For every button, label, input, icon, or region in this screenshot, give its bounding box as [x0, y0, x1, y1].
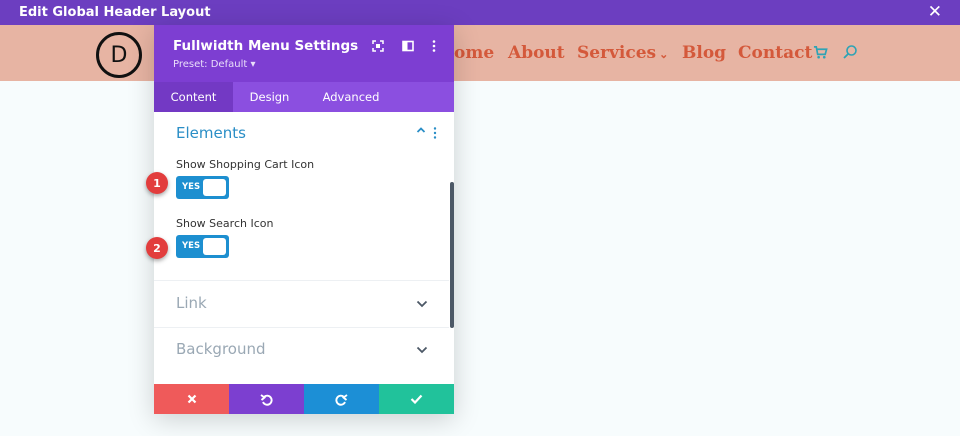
toggle-knob	[203, 238, 226, 255]
nav-item-services[interactable]: Services ⌄	[577, 43, 668, 63]
fullscreen-icon[interactable]	[371, 39, 385, 53]
toggle-state: YES	[182, 182, 201, 192]
module-settings-panel: Fullwidth Menu Settings Preset: Default …	[154, 25, 454, 414]
discard-button[interactable]	[154, 384, 229, 414]
save-button[interactable]	[379, 384, 454, 414]
preset-selector[interactable]: Preset: Default ▾	[173, 59, 255, 70]
tab-content[interactable]: Content	[154, 82, 233, 112]
nav-item-services-label: Services	[577, 43, 657, 63]
panel-header[interactable]: Fullwidth Menu Settings Preset: Default …	[154, 25, 454, 82]
redo-button[interactable]	[304, 384, 379, 414]
section-more-icon[interactable]	[433, 127, 437, 139]
toggle-shopping-cart-icon[interactable]: YES	[176, 176, 229, 199]
toggle-state: YES	[182, 241, 201, 251]
undo-button[interactable]	[229, 384, 304, 414]
section-title-elements[interactable]: Elements	[176, 124, 246, 142]
section-title-background[interactable]: Background	[176, 340, 266, 358]
builder-top-bar: Edit Global Header Layout ✕	[0, 0, 960, 25]
nav-item-contact[interactable]: Contact	[738, 43, 812, 63]
chevron-down-icon[interactable]	[416, 346, 428, 354]
site-header: D ome About Services ⌄ Blog Contact	[0, 25, 960, 81]
panel-title: Fullwidth Menu Settings	[173, 38, 359, 54]
more-options-icon[interactable]	[427, 39, 441, 53]
split-view-icon[interactable]	[401, 39, 415, 53]
chevron-down-icon[interactable]	[416, 300, 428, 308]
close-icon	[187, 394, 196, 404]
undo-icon	[260, 393, 273, 406]
tab-design[interactable]: Design	[233, 82, 306, 112]
shopping-cart-icon[interactable]	[813, 45, 828, 60]
section-title-link[interactable]: Link	[176, 294, 207, 312]
tab-advanced[interactable]: Advanced	[306, 82, 396, 112]
callout-badge-1: 1	[146, 172, 168, 194]
nav-item-about[interactable]: About	[508, 43, 565, 63]
nav-item-home[interactable]: ome	[454, 43, 494, 63]
toggle-knob	[203, 179, 226, 196]
toggle-search-icon[interactable]: YES	[176, 235, 229, 258]
callout-badge-2: 2	[146, 237, 168, 259]
section-divider	[154, 280, 449, 281]
settings-tabs: Content Design Advanced	[154, 82, 454, 112]
window-title: Edit Global Header Layout	[19, 5, 211, 20]
redo-icon	[335, 393, 348, 406]
option-label-search: Show Search Icon	[176, 217, 274, 230]
option-label-shopping-cart: Show Shopping Cart Icon	[176, 158, 315, 171]
section-divider	[154, 327, 449, 328]
site-logo[interactable]: D	[96, 32, 142, 78]
check-icon	[410, 394, 423, 404]
panel-scrollbar[interactable]	[450, 182, 454, 328]
chevron-up-icon[interactable]	[416, 125, 426, 135]
search-icon[interactable]	[842, 44, 858, 60]
close-icon[interactable]: ✕	[928, 2, 942, 22]
chevron-down-icon: ⌄	[659, 48, 669, 61]
nav-item-blog[interactable]: Blog	[682, 43, 726, 63]
